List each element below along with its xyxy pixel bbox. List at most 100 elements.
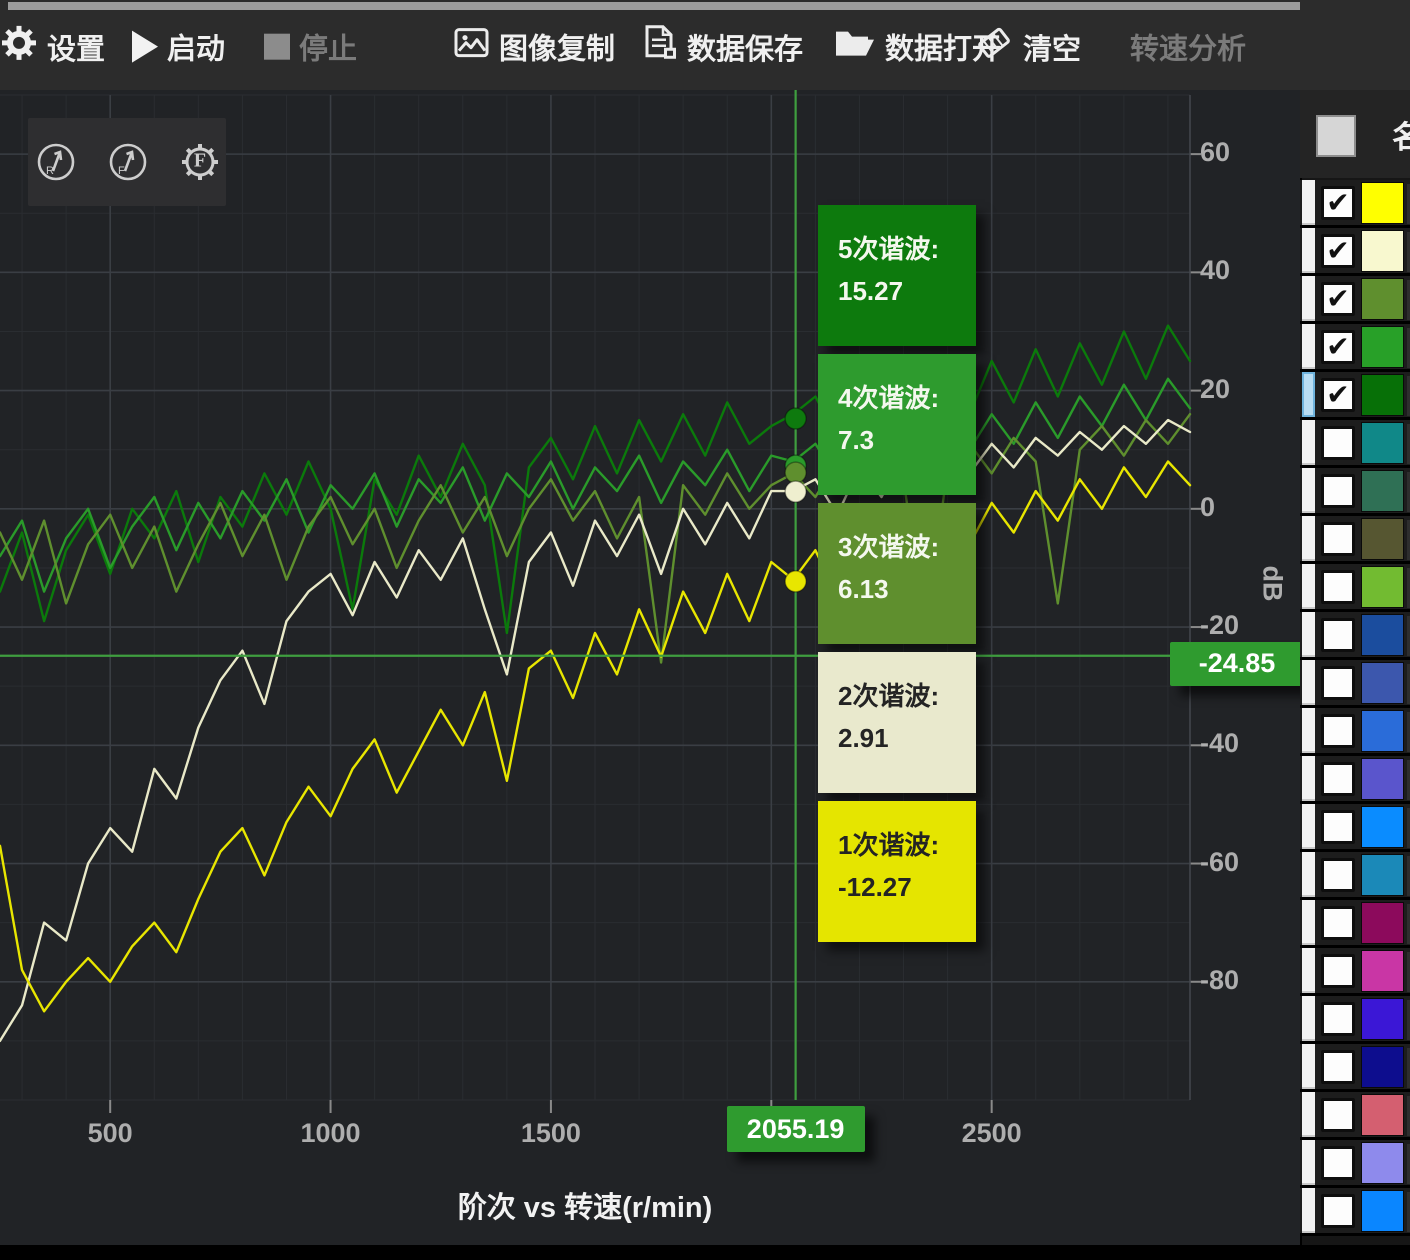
legend-row-2[interactable]: ✔ (1300, 228, 1410, 276)
visibility-checkbox[interactable]: ✔ (1321, 378, 1355, 412)
row-select-strip[interactable] (1302, 276, 1315, 321)
visibility-checkbox[interactable] (1321, 1002, 1355, 1036)
legend-row-15[interactable] (1300, 852, 1410, 900)
series-color-swatch[interactable] (1361, 230, 1404, 272)
series-color-swatch[interactable] (1361, 470, 1404, 512)
row-select-strip[interactable] (1302, 804, 1315, 849)
series-color-swatch[interactable] (1361, 614, 1404, 656)
row-select-strip[interactable] (1302, 516, 1315, 561)
series-color-swatch[interactable] (1361, 326, 1404, 368)
row-select-strip[interactable] (1302, 324, 1315, 369)
series-color-swatch[interactable] (1361, 950, 1404, 992)
visibility-checkbox[interactable] (1321, 906, 1355, 940)
legend-row-22[interactable] (1300, 1188, 1410, 1236)
legend-row-19[interactable] (1300, 1044, 1410, 1092)
legend-row-7[interactable] (1300, 468, 1410, 516)
tooltip-label: 4次谐波: (838, 378, 976, 420)
visibility-checkbox[interactable] (1321, 954, 1355, 988)
legend-row-14[interactable] (1300, 804, 1410, 852)
row-select-strip[interactable] (1302, 756, 1315, 801)
legend-row-8[interactable] (1300, 516, 1410, 564)
row-select-strip[interactable] (1302, 228, 1315, 273)
row-select-strip[interactable] (1302, 564, 1315, 609)
legend-row-20[interactable] (1300, 1092, 1410, 1140)
series-color-swatch[interactable] (1361, 422, 1404, 464)
series-color-swatch[interactable] (1361, 278, 1404, 320)
visibility-checkbox[interactable] (1321, 522, 1355, 556)
legend-row-17[interactable] (1300, 948, 1410, 996)
visibility-checkbox[interactable] (1321, 714, 1355, 748)
legend-row-16[interactable] (1300, 900, 1410, 948)
row-select-strip[interactable] (1302, 468, 1315, 513)
legend-row-13[interactable] (1300, 756, 1410, 804)
start-button[interactable]: 启动 (132, 26, 225, 68)
row-select-strip[interactable] (1302, 948, 1315, 993)
legend-row-18[interactable] (1300, 996, 1410, 1044)
legend-row-12[interactable] (1300, 708, 1410, 756)
series-color-swatch[interactable] (1361, 854, 1404, 896)
visibility-checkbox[interactable]: ✔ (1321, 234, 1355, 268)
gear-f-button[interactable]: F (178, 140, 222, 184)
series-color-swatch[interactable] (1361, 518, 1404, 560)
series-color-swatch[interactable] (1361, 902, 1404, 944)
clear-button[interactable]: 清空 (974, 24, 1081, 70)
visibility-checkbox[interactable] (1321, 570, 1355, 604)
legend-row-3[interactable]: ✔ (1300, 276, 1410, 324)
row-select-strip[interactable] (1302, 1140, 1315, 1185)
row-select-strip[interactable] (1302, 1092, 1315, 1137)
legend-row-11[interactable] (1300, 660, 1410, 708)
legend-row-9[interactable] (1300, 564, 1410, 612)
row-select-strip[interactable] (1302, 372, 1315, 417)
row-select-strip[interactable] (1302, 660, 1315, 705)
row-select-strip[interactable] (1302, 708, 1315, 753)
visibility-checkbox[interactable] (1321, 426, 1355, 460)
series-color-swatch[interactable] (1361, 710, 1404, 752)
visibility-checkbox[interactable] (1321, 762, 1355, 796)
legend-rows: ✔ ✔ ✔ ✔ ✔ (1300, 180, 1410, 1245)
visibility-checkbox[interactable] (1321, 474, 1355, 508)
visibility-checkbox[interactable] (1321, 666, 1355, 700)
visibility-checkbox[interactable] (1321, 618, 1355, 652)
visibility-checkbox[interactable] (1321, 858, 1355, 892)
visibility-checkbox[interactable]: ✔ (1321, 330, 1355, 364)
row-select-strip[interactable] (1302, 1044, 1315, 1089)
legend-row-4[interactable]: ✔ (1300, 324, 1410, 372)
series-color-swatch[interactable] (1361, 758, 1404, 800)
visibility-checkbox[interactable] (1321, 810, 1355, 844)
series-color-swatch[interactable] (1361, 1190, 1404, 1232)
autoscale-f-button[interactable]: F (106, 140, 150, 184)
visibility-checkbox[interactable] (1321, 1098, 1355, 1132)
series-color-swatch[interactable] (1361, 1046, 1404, 1088)
legend-row-10[interactable] (1300, 612, 1410, 660)
visibility-checkbox[interactable] (1321, 1194, 1355, 1228)
legend-row-21[interactable] (1300, 1140, 1410, 1188)
series-color-swatch[interactable] (1361, 566, 1404, 608)
series-color-swatch[interactable] (1361, 998, 1404, 1040)
row-select-strip[interactable] (1302, 900, 1315, 945)
row-select-strip[interactable] (1302, 852, 1315, 897)
legend-row-1[interactable]: ✔ (1300, 180, 1410, 228)
visibility-checkbox[interactable] (1321, 1050, 1355, 1084)
series-color-swatch[interactable] (1361, 374, 1404, 416)
series-color-swatch[interactable] (1361, 1142, 1404, 1184)
legend-all-swatch[interactable] (1316, 115, 1356, 157)
data-save-button[interactable]: 数据保存 (644, 25, 803, 69)
legend-row-6[interactable] (1300, 420, 1410, 468)
row-select-strip[interactable] (1302, 420, 1315, 465)
settings-button[interactable]: 设置 (0, 24, 105, 70)
row-select-strip[interactable] (1302, 612, 1315, 657)
image-copy-button[interactable]: 图像复制 (454, 26, 615, 68)
visibility-checkbox[interactable]: ✔ (1321, 282, 1355, 316)
visibility-checkbox[interactable]: ✔ (1321, 186, 1355, 220)
chart-canvas[interactable] (0, 90, 1300, 1245)
row-select-strip[interactable] (1302, 996, 1315, 1041)
row-select-strip[interactable] (1302, 180, 1315, 225)
row-select-strip[interactable] (1302, 1188, 1315, 1233)
legend-row-5[interactable]: ✔ (1300, 372, 1410, 420)
autoscale-r-button[interactable]: R (34, 140, 78, 184)
series-color-swatch[interactable] (1361, 1094, 1404, 1136)
series-color-swatch[interactable] (1361, 806, 1404, 848)
series-color-swatch[interactable] (1361, 182, 1404, 224)
series-color-swatch[interactable] (1361, 662, 1404, 704)
visibility-checkbox[interactable] (1321, 1146, 1355, 1180)
